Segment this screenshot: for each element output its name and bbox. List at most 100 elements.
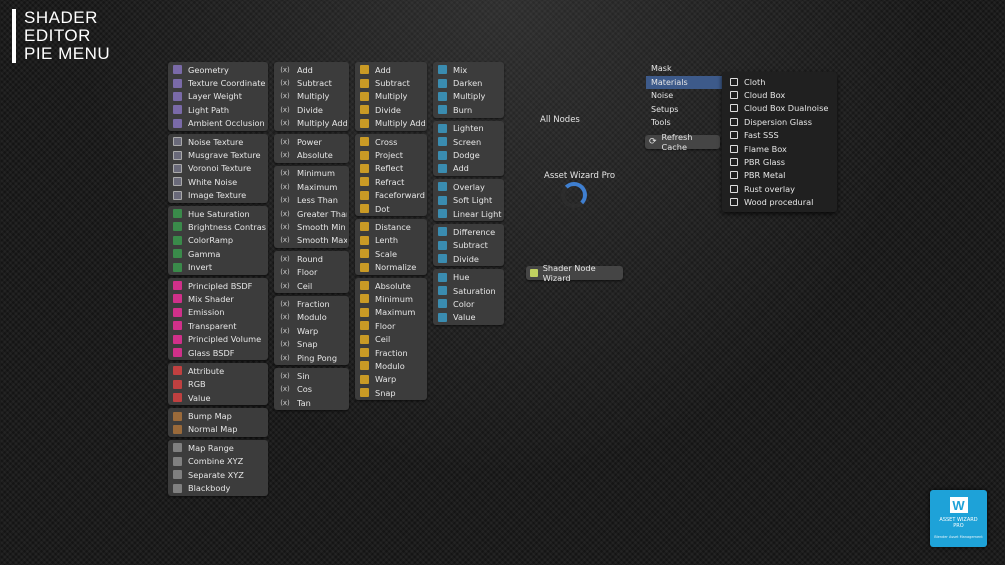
mix-rgb-item-difference[interactable]: Difference — [435, 225, 502, 238]
all-nodes-label[interactable]: All Nodes — [540, 115, 580, 125]
shader-item-geometry[interactable]: Geometry — [170, 63, 266, 76]
vector-math-item-refract[interactable]: Refract — [357, 175, 425, 188]
math-item-ping-pong[interactable]: (x) Ping Pong — [276, 351, 347, 364]
vector-math-item-snap[interactable]: Snap — [357, 386, 425, 399]
math-item-smooth-min[interactable]: (x) Smooth Min — [276, 220, 347, 233]
shader-item-bump-map[interactable]: Bump Map — [170, 409, 266, 422]
mix-rgb-item-color[interactable]: Color — [435, 297, 502, 310]
mix-rgb-item-mix[interactable]: Mix — [435, 63, 502, 76]
mix-rgb-item-value[interactable]: Value — [435, 311, 502, 324]
shader-item-combine-xyz[interactable]: Combine XYZ — [170, 455, 266, 468]
category-mask[interactable]: Mask — [646, 62, 722, 76]
mix-rgb-item-saturation[interactable]: Saturation — [435, 284, 502, 297]
vector-math-item-subtract[interactable]: Subtract — [357, 76, 425, 89]
shader-item-separate-xyz[interactable]: Separate XYZ — [170, 468, 266, 481]
shader-item-colorramp[interactable]: ColorRamp — [170, 234, 266, 247]
shader-item-layer-weight[interactable]: Layer Weight — [170, 90, 266, 103]
mix-rgb-item-burn[interactable]: Burn — [435, 103, 502, 116]
shader-item-musgrave-texture[interactable]: Musgrave Texture — [170, 148, 266, 161]
shader-item-voronoi-texture[interactable]: Voronoi Texture — [170, 162, 266, 175]
vector-math-item-add[interactable]: Add — [357, 63, 425, 76]
vector-math-item-cross[interactable]: Cross — [357, 135, 425, 148]
vector-math-item-warp[interactable]: Warp — [357, 373, 425, 386]
shader-item-image-texture[interactable]: Image Texture — [170, 189, 266, 202]
shader-item-emission[interactable]: Emission — [170, 306, 266, 319]
category-materials[interactable]: Materials — [646, 75, 722, 89]
shader-item-noise-texture[interactable]: Noise Texture — [170, 135, 266, 148]
category-tools[interactable]: Tools — [646, 116, 722, 130]
math-item-round[interactable]: (x) Round — [276, 252, 347, 265]
math-item-add[interactable]: (x) Add — [276, 63, 347, 76]
shader-item-attribute[interactable]: Attribute — [170, 364, 266, 377]
shader-item-blackbody[interactable]: Blackbody — [170, 481, 266, 494]
math-item-less-than[interactable]: (x) Less Than — [276, 194, 347, 207]
vector-math-item-faceforward[interactable]: Faceforward — [357, 189, 425, 202]
shader-item-rgb[interactable]: RGB — [170, 378, 266, 391]
shader-item-normal-map[interactable]: Normal Map — [170, 423, 266, 436]
vector-math-item-multiply[interactable]: Multiply — [357, 90, 425, 103]
material-item-cloth[interactable]: Cloth — [722, 75, 837, 88]
shader-item-light-path[interactable]: Light Path — [170, 103, 266, 116]
refresh-cache-button[interactable]: ⟳ Refresh Cache — [645, 132, 720, 152]
shader-item-transparent[interactable]: Transparent — [170, 319, 266, 332]
material-item-dispersion-glass[interactable]: Dispersion Glass — [722, 115, 837, 128]
shader-item-invert[interactable]: Invert — [170, 260, 266, 273]
vector-math-item-lenth[interactable]: Lenth — [357, 234, 425, 247]
shader-item-white-noise[interactable]: White Noise — [170, 175, 266, 188]
vector-math-item-ceil[interactable]: Ceil — [357, 332, 425, 345]
vector-math-item-distance[interactable]: Distance — [357, 220, 425, 233]
mix-rgb-item-divide[interactable]: Divide — [435, 252, 502, 265]
math-item-tan[interactable]: (x) Tan — [276, 396, 347, 409]
vector-math-item-dot[interactable]: Dot — [357, 202, 425, 215]
vector-math-item-normalize[interactable]: Normalize — [357, 260, 425, 273]
material-item-flame-box[interactable]: Flame Box — [722, 142, 837, 155]
material-item-fast-sss[interactable]: Fast SSS — [722, 129, 837, 142]
vector-math-item-fraction[interactable]: Fraction — [357, 346, 425, 359]
math-item-absolute[interactable]: (x) Absolute — [276, 148, 347, 161]
mix-rgb-item-soft-light[interactable]: Soft Light — [435, 194, 502, 207]
math-item-fraction[interactable]: (x) Fraction — [276, 297, 347, 310]
mix-rgb-item-darken[interactable]: Darken — [435, 76, 502, 89]
shader-item-glass-bsdf[interactable]: Glass BSDF — [170, 346, 266, 359]
vector-math-item-reflect[interactable]: Reflect — [357, 162, 425, 175]
mix-rgb-item-dodge[interactable]: Dodge — [435, 148, 502, 161]
math-item-floor[interactable]: (x) Floor — [276, 265, 347, 278]
math-item-ceil[interactable]: (x) Ceil — [276, 279, 347, 292]
shader-item-principled-bsdf[interactable]: Principled BSDF — [170, 279, 266, 292]
shader-node-wizard-button[interactable]: Shader Node Wizard — [526, 263, 623, 283]
mix-rgb-item-lighten[interactable]: Lighten — [435, 122, 502, 135]
mix-rgb-item-subtract[interactable]: Subtract — [435, 239, 502, 252]
shader-item-value[interactable]: Value — [170, 391, 266, 404]
vector-math-item-maximum[interactable]: Maximum — [357, 306, 425, 319]
mix-rgb-item-overlay[interactable]: Overlay — [435, 180, 502, 193]
math-item-maximum[interactable]: (x) Maximum — [276, 180, 347, 193]
vector-math-item-multiply-add[interactable]: Multiply Add — [357, 117, 425, 130]
vector-math-item-modulo[interactable]: Modulo — [357, 359, 425, 372]
vector-math-item-minimum[interactable]: Minimum — [357, 292, 425, 305]
vector-math-item-absolute[interactable]: Absolute — [357, 279, 425, 292]
math-item-warp[interactable]: (x) Warp — [276, 324, 347, 337]
shader-item-gamma[interactable]: Gamma — [170, 247, 266, 260]
mix-rgb-item-multiply[interactable]: Multiply — [435, 90, 502, 103]
math-item-minimum[interactable]: (x) Minimum — [276, 167, 347, 180]
material-item-wood-procedural[interactable]: Wood procedural — [722, 196, 837, 209]
category-setups[interactable]: Setups — [646, 103, 722, 117]
mix-rgb-item-hue[interactable]: Hue — [435, 270, 502, 283]
mix-rgb-item-screen[interactable]: Screen — [435, 135, 502, 148]
math-item-multiply-add[interactable]: (x) Multiply Add — [276, 117, 347, 130]
vector-math-item-project[interactable]: Project — [357, 148, 425, 161]
math-item-divide[interactable]: (x) Divide — [276, 103, 347, 116]
shader-item-map-range[interactable]: Map Range — [170, 441, 266, 454]
vector-math-item-divide[interactable]: Divide — [357, 103, 425, 116]
material-item-pbr-glass[interactable]: PBR Glass — [722, 155, 837, 168]
math-item-multiply[interactable]: (x) Multiply — [276, 90, 347, 103]
material-item-rust-overlay[interactable]: Rust overlay — [722, 182, 837, 195]
math-item-greater-than[interactable]: (x) Greater Than — [276, 207, 347, 220]
shader-item-texture-coordinate[interactable]: Texture Coordinate — [170, 76, 266, 89]
category-noise[interactable]: Noise — [646, 89, 722, 103]
shader-item-mix-shader[interactable]: Mix Shader — [170, 292, 266, 305]
mix-rgb-item-add[interactable]: Add — [435, 162, 502, 175]
shader-item-ambient-occlusion[interactable]: Ambient Occlusion — [170, 117, 266, 130]
shader-item-hue-saturation[interactable]: Hue Saturation — [170, 207, 266, 220]
vector-math-item-floor[interactable]: Floor — [357, 319, 425, 332]
